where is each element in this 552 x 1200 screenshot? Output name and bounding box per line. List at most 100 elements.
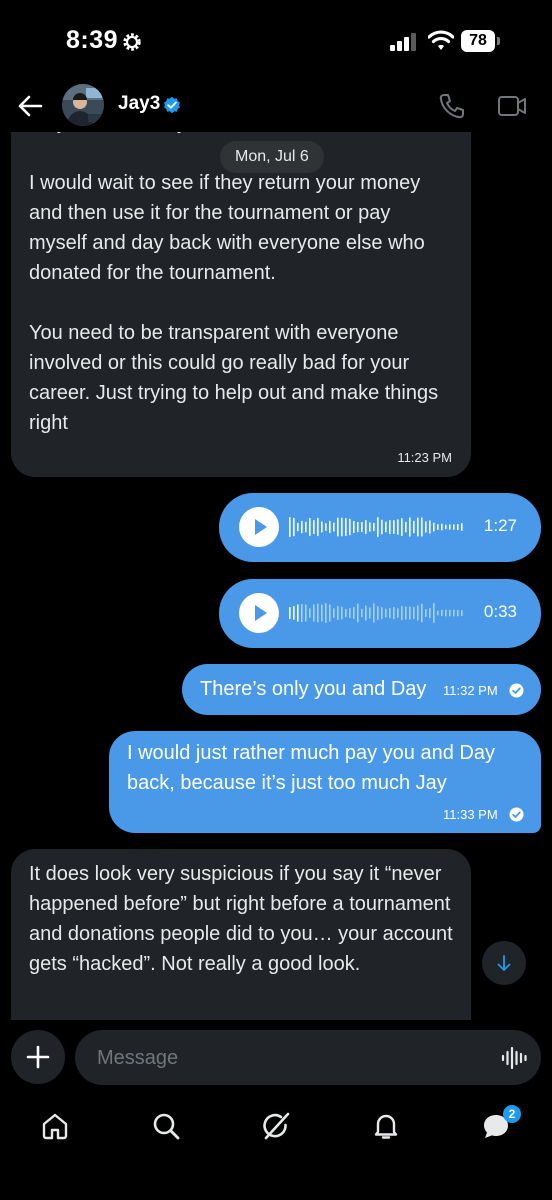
- waveform-bar: [429, 520, 431, 534]
- waveform-bar: [393, 519, 395, 535]
- waveform-bar: [349, 518, 351, 536]
- message-input[interactable]: [95, 1030, 479, 1087]
- message-text: There’s only you and Day: [200, 678, 427, 700]
- focus-gear-icon: [123, 33, 141, 51]
- status-bar: 8:39 78: [0, 0, 552, 80]
- play-button[interactable]: [239, 507, 279, 547]
- waveform-bar: [333, 608, 335, 618]
- waveform-bar: [385, 521, 387, 533]
- waveform-bar: [369, 522, 371, 532]
- voice-record-icon[interactable]: [501, 1045, 527, 1071]
- waveform-bar: [325, 522, 327, 532]
- waveform-bar: [289, 517, 291, 537]
- waveform-bar: [449, 524, 451, 530]
- waveform-bar: [369, 607, 371, 619]
- waveform-bar: [329, 520, 331, 534]
- waveform-bar: [417, 605, 419, 621]
- waveform-bar: [381, 606, 383, 620]
- waveform-bar: [385, 608, 387, 618]
- battery-indicator: 78: [461, 30, 501, 52]
- waveform-bar: [409, 606, 411, 620]
- waveform-bar: [413, 606, 415, 620]
- waveform-bar: [429, 607, 431, 619]
- message-timestamp: 11:23 PM: [397, 450, 452, 465]
- voice-waveform[interactable]: [289, 515, 465, 539]
- read-check-icon: [509, 683, 524, 698]
- waveform-bar: [353, 520, 355, 534]
- waveform-bar: [345, 517, 347, 537]
- message-composer: [0, 1020, 552, 1100]
- waveform-bar: [293, 517, 295, 537]
- waveform-bar: [417, 517, 419, 537]
- voice-message[interactable]: 1:27: [219, 493, 541, 562]
- back-arrow-icon[interactable]: [16, 92, 44, 120]
- waveform-bar: [405, 521, 407, 533]
- conversation-header: Jay3: [0, 80, 552, 132]
- outgoing-message[interactable]: There’s only you and Day 11:32 PM: [182, 664, 541, 715]
- waveform-bar: [337, 517, 339, 537]
- waveform-bar: [389, 607, 391, 619]
- waveform-bar: [309, 608, 311, 618]
- message-timestamp: 11:32 PM: [443, 683, 498, 698]
- video-call-icon[interactable]: [497, 93, 527, 119]
- outgoing-message[interactable]: I would just rather much pay you and Day…: [109, 731, 541, 833]
- arrow-down-icon: [497, 955, 511, 971]
- voice-message[interactable]: 0:33: [219, 579, 541, 648]
- waveform-bar: [373, 603, 375, 623]
- waveform-bar: [445, 609, 447, 617]
- search-icon[interactable]: [150, 1110, 182, 1142]
- waveform-bar: [393, 606, 395, 620]
- waveform-bar: [345, 608, 347, 618]
- waveform-bar: [421, 517, 423, 537]
- verified-badge-icon: [164, 96, 180, 114]
- incoming-message[interactable]: they take it from you I would wait to se…: [11, 132, 471, 477]
- avatar[interactable]: [62, 84, 104, 126]
- play-icon: [255, 519, 267, 535]
- waveform-bar: [297, 522, 299, 532]
- add-attachment-button[interactable]: [11, 1030, 65, 1084]
- message-text: I would just rather much pay you and Day…: [127, 742, 501, 794]
- waveform-bar: [309, 517, 311, 537]
- waveform-bar: [437, 610, 439, 616]
- waveform-bar: [457, 609, 459, 617]
- scroll-to-bottom-button[interactable]: [482, 941, 526, 985]
- notifications-bell-icon[interactable]: [370, 1110, 402, 1142]
- waveform-bar: [341, 606, 343, 620]
- waveform-bar: [293, 606, 295, 620]
- waveform-bar: [453, 609, 455, 617]
- waveform-bar: [337, 605, 339, 621]
- home-icon[interactable]: [39, 1110, 71, 1142]
- waveform-bar: [301, 603, 303, 623]
- waveform-bar: [325, 603, 327, 623]
- waveform-bar: [321, 604, 323, 622]
- waveform-bar: [297, 604, 299, 622]
- waveform-bar: [321, 521, 323, 533]
- message-timestamp: 11:33 PM: [443, 807, 498, 822]
- plus-icon: [26, 1045, 50, 1069]
- message-input-container[interactable]: [75, 1030, 541, 1087]
- status-time: 8:39: [66, 26, 119, 54]
- message-thread[interactable]: they take it from you I would wait to se…: [0, 132, 552, 1020]
- waveform-bar: [381, 519, 383, 535]
- waveform-bar: [425, 521, 427, 533]
- waveform-bar: [357, 603, 359, 623]
- waveform-bar: [437, 524, 439, 530]
- voice-waveform[interactable]: [289, 601, 465, 625]
- waveform-bar: [461, 523, 463, 531]
- grok-icon[interactable]: [260, 1110, 292, 1142]
- play-button[interactable]: [239, 593, 279, 633]
- cellular-signal-icon: [390, 33, 416, 51]
- waveform-bar: [329, 604, 331, 622]
- messages-unread-badge: 2: [503, 1105, 521, 1123]
- date-divider: Mon, Jul 6: [220, 141, 324, 173]
- waveform-bar: [441, 609, 443, 617]
- incoming-message[interactable]: It does look very suspicious if you say …: [11, 849, 471, 1020]
- contact-name[interactable]: Jay3: [118, 93, 160, 115]
- bottom-tab-bar: 2: [0, 1100, 552, 1200]
- waveform-bar: [349, 607, 351, 619]
- voice-duration: 0:33: [483, 602, 517, 621]
- phone-call-icon[interactable]: [438, 92, 466, 120]
- waveform-bar: [341, 517, 343, 537]
- waveform-bar: [313, 519, 315, 535]
- waveform-bar: [301, 520, 303, 534]
